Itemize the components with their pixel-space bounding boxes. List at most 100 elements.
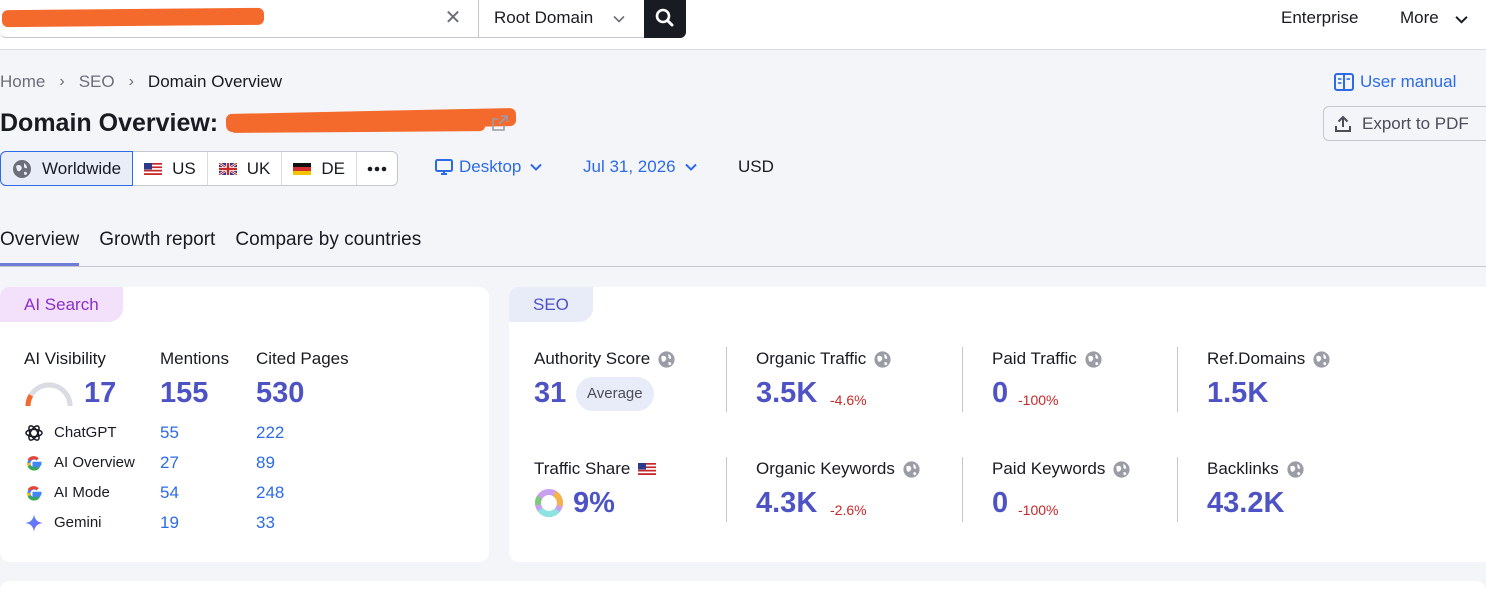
desktop-icon: [435, 158, 453, 175]
paid-keywords-header: Paid Keywords: [992, 459, 1131, 479]
tab-growth-report[interactable]: Growth report: [99, 229, 215, 266]
redacted-domain: [1, 7, 265, 28]
device-dropdown[interactable]: Desktop: [435, 157, 543, 177]
chevron-right-icon: ›: [59, 73, 65, 90]
breadcrumb-seo[interactable]: SEO: [79, 72, 115, 92]
globe-icon: [874, 350, 891, 368]
mentions-header: Mentions: [160, 349, 229, 368]
database-selector: Worldwide US UK DE: [0, 151, 398, 186]
ai-row-cited[interactable]: 33: [256, 513, 275, 533]
ai-row-label: ChatGPT: [54, 424, 117, 441]
metric-divider: [726, 457, 727, 522]
seo-tag: SEO: [509, 287, 593, 322]
flag-uk-icon: [218, 162, 237, 175]
db-us[interactable]: US: [133, 152, 208, 185]
ai-row-mentions[interactable]: 54: [160, 483, 179, 503]
ai-visibility-header: AI Visibility: [24, 349, 106, 368]
authority-score-label: Authority Score: [534, 349, 651, 368]
ai-row-label: AI Overview: [54, 454, 135, 471]
export-label: Export to PDF: [1362, 114, 1469, 133]
chevron-down-icon: [613, 15, 625, 23]
organic-traffic-delta: -4.6%: [830, 392, 867, 408]
metric-divider: [726, 347, 727, 412]
book-icon: [1334, 73, 1354, 91]
ai-row-mentions[interactable]: 55: [160, 423, 179, 443]
scope-select-label: Root Domain: [494, 8, 594, 27]
db-uk[interactable]: UK: [208, 152, 283, 185]
ai-row-cited[interactable]: 222: [256, 423, 284, 443]
breadcrumb: Home › SEO › Domain Overview: [0, 72, 282, 92]
currency-label: USD: [738, 157, 774, 176]
mentions-value[interactable]: 155: [160, 377, 208, 410]
ai-row-mentions[interactable]: 27: [160, 453, 179, 473]
google-icon: [26, 456, 42, 471]
page-title: Domain Overview:: [0, 109, 219, 137]
organic-keywords-value[interactable]: 4.3K: [756, 487, 817, 520]
device-label: Desktop: [459, 157, 522, 176]
paid-keywords-value[interactable]: 0: [992, 487, 1008, 520]
search-button[interactable]: [644, 0, 686, 38]
google-icon: [26, 486, 42, 501]
db-worldwide-label: Worldwide: [42, 158, 122, 178]
ai-visibility-value: 17: [84, 377, 117, 409]
globe-icon: [903, 460, 920, 478]
organic-traffic-header: Organic Traffic: [756, 349, 892, 369]
paid-traffic-delta: -100%: [1018, 392, 1059, 408]
authority-score-value: 31: [534, 377, 567, 409]
redacted-domain: [229, 121, 486, 133]
backlinks-value[interactable]: 43.2K: [1207, 487, 1284, 520]
db-us-label: US: [172, 158, 196, 178]
cited-pages-value[interactable]: 530: [256, 377, 304, 410]
organic-keywords-header: Organic Keywords: [756, 459, 921, 479]
globe-icon: [1287, 460, 1304, 478]
more-horizontal-icon: [367, 166, 387, 171]
upload-icon: [1335, 115, 1351, 132]
organic-keywords-delta: -2.6%: [830, 502, 867, 518]
backlinks-header: Backlinks: [1207, 459, 1305, 479]
tab-compare-countries[interactable]: Compare by countries: [235, 229, 421, 266]
scope-select[interactable]: Root Domain: [479, 0, 645, 38]
db-uk-label: UK: [246, 158, 271, 178]
globe-icon: [1113, 460, 1130, 478]
db-de[interactable]: DE: [282, 152, 357, 185]
date-label: Jul 31, 2026: [583, 157, 676, 176]
more-menu[interactable]: More: [1400, 8, 1439, 28]
visibility-gauge: [25, 382, 73, 407]
organic-traffic-label: Organic Traffic: [756, 349, 867, 368]
traffic-share-donut: [535, 489, 563, 517]
authority-badge: Average: [576, 377, 654, 411]
ai-search-tag: AI Search: [0, 287, 123, 322]
db-de-label: DE: [321, 158, 345, 178]
ai-row-cited[interactable]: 248: [256, 483, 284, 503]
paid-traffic-label: Paid Traffic: [992, 349, 1077, 368]
date-dropdown[interactable]: Jul 31, 2026: [583, 157, 697, 177]
more-databases-button[interactable]: [357, 152, 397, 185]
globe-icon: [1085, 350, 1102, 368]
export-pdf-button[interactable]: Export to PDF: [1323, 106, 1486, 141]
chevron-right-icon: ›: [128, 73, 134, 90]
domain-search-input[interactable]: ✕: [0, 0, 479, 38]
external-link-icon[interactable]: [491, 114, 509, 132]
breadcrumb-home[interactable]: Home: [0, 72, 45, 92]
close-icon[interactable]: ✕: [442, 6, 464, 30]
db-worldwide[interactable]: Worldwide: [0, 151, 134, 186]
next-card: [0, 581, 1486, 597]
breadcrumb-current: Domain Overview: [147, 72, 283, 91]
user-manual-link[interactable]: User manual: [1334, 72, 1456, 92]
metric-divider: [1177, 457, 1178, 522]
ai-row-label: AI Mode: [54, 484, 110, 501]
enterprise-link[interactable]: Enterprise: [1281, 8, 1358, 28]
paid-keywords-label: Paid Keywords: [992, 459, 1106, 478]
traffic-share-header: Traffic Share: [534, 459, 657, 479]
organic-keywords-label: Organic Keywords: [756, 459, 895, 478]
paid-traffic-value[interactable]: 0: [992, 377, 1008, 410]
globe-icon: [1313, 350, 1330, 368]
traffic-share-value: 9%: [573, 487, 615, 519]
ai-row-mentions[interactable]: 19: [160, 513, 179, 533]
report-tabs: Overview Growth report Compare by countr…: [0, 229, 441, 266]
ref-domains-value[interactable]: 1.5K: [1207, 377, 1268, 410]
tab-overview[interactable]: Overview: [0, 229, 80, 266]
organic-traffic-value[interactable]: 3.5K: [756, 377, 817, 410]
ai-row-cited[interactable]: 89: [256, 453, 275, 473]
search-icon: [655, 8, 674, 27]
